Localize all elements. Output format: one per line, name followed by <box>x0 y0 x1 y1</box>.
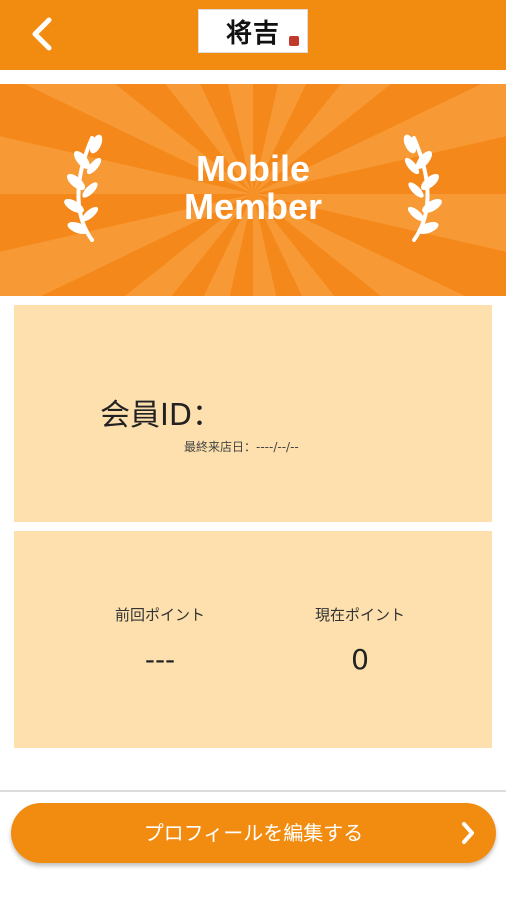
header-gap <box>0 70 506 84</box>
edit-profile-label: プロフィールを編集する <box>143 821 364 845</box>
logo-stamp <box>289 36 299 46</box>
banner-title-line2: Member <box>183 186 323 227</box>
member-banner: Mobile Member <box>0 84 506 296</box>
current-points-label: 現在ポイント <box>314 606 405 624</box>
back-button[interactable] <box>22 12 62 56</box>
current-points-value: 0 <box>351 643 369 676</box>
member-id-label: 会員ID： <box>100 398 222 433</box>
previous-points-label: 前回ポイント <box>114 606 205 624</box>
banner-title: Mobile Member <box>0 150 506 226</box>
previous-points-value: --- <box>144 643 176 676</box>
brand-logo: 将吉 <box>198 9 308 53</box>
chevron-left-icon <box>32 17 52 51</box>
logo-text: 将吉 <box>225 18 280 49</box>
edit-profile-button[interactable]: プロフィールを編集する <box>11 803 496 863</box>
footer-divider <box>0 790 506 792</box>
last-visit-date: 最終来店日：----/--/-- <box>184 440 299 454</box>
member-id-card: 会員ID： 最終来店日：----/--/-- <box>14 305 492 522</box>
banner-title-line1: Mobile <box>196 148 310 189</box>
app-header: 将吉 <box>0 0 506 70</box>
points-card: 前回ポイント --- 現在ポイント 0 <box>14 531 492 748</box>
chevron-right-icon <box>462 822 474 844</box>
